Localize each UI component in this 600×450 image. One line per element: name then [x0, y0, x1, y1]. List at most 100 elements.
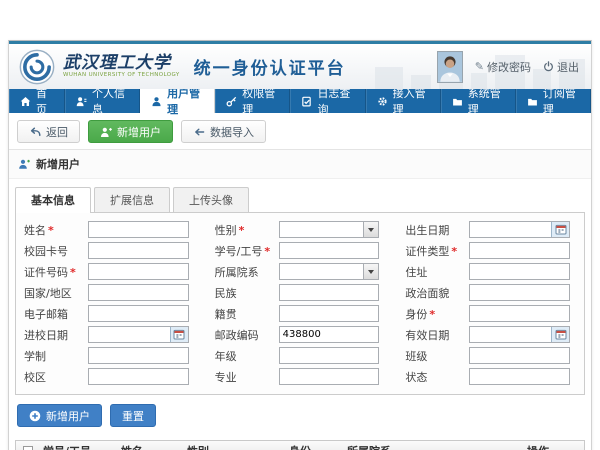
- gear-icon: [377, 96, 388, 107]
- nav-label: 用户管理: [167, 85, 203, 117]
- select-all-cell: [16, 446, 40, 450]
- nav-item-subscription-management[interactable]: 订阅管理: [516, 89, 591, 113]
- birth-date-input[interactable]: [470, 222, 551, 237]
- entry-date-label: 进校日期: [24, 327, 88, 343]
- user-avatar[interactable]: [437, 51, 463, 83]
- col-student-id: 学号/工号: [40, 443, 118, 450]
- birth-date-label: 出生日期: [405, 222, 469, 238]
- form-field-grade: 年级: [215, 347, 380, 364]
- user-icon: [151, 96, 162, 107]
- ethnicity-label: 民族: [215, 285, 279, 301]
- tab-extended-info[interactable]: 扩展信息: [94, 187, 170, 212]
- tab-upload-avatar[interactable]: 上传头像: [173, 187, 249, 212]
- basic-info-panel: 姓名* 性别* 出生日期 校园卡号 学号/工号* 证件类型*: [15, 212, 585, 395]
- form-field-department: 所属院系: [215, 263, 380, 280]
- calendar-icon[interactable]: [551, 327, 569, 342]
- form-field-birth-date: 出生日期: [405, 221, 570, 238]
- university-name-en: WUHAN UNIVERSITY OF TECHNOLOGY: [63, 72, 180, 78]
- folder-icon: [452, 96, 463, 107]
- change-password-label: 修改密码: [487, 59, 531, 75]
- col-name: 姓名: [118, 443, 184, 450]
- class-label: 班级: [405, 348, 469, 364]
- nav-item-user-management[interactable]: 用户管理: [140, 89, 215, 113]
- address-label: 住址: [405, 264, 469, 280]
- political-status-label: 政治面貌: [405, 285, 469, 301]
- nav-item-system-management[interactable]: 系统管理: [441, 89, 516, 113]
- new-user-form: 姓名* 性别* 出生日期 校园卡号 学号/工号* 证件类型*: [24, 221, 570, 385]
- student-id-input[interactable]: [280, 243, 379, 258]
- data-import-label: 数据导入: [210, 124, 254, 140]
- required-mark: *: [264, 245, 270, 258]
- postal-code-input[interactable]: [280, 327, 379, 342]
- nav-item-permission-management[interactable]: 权限管理: [215, 89, 290, 113]
- department-select[interactable]: [280, 264, 364, 279]
- political-status-input[interactable]: [470, 285, 569, 300]
- campus-label: 校区: [24, 369, 88, 385]
- identity-label: 身份*: [405, 306, 469, 322]
- form-field-political-status: 政治面貌: [405, 284, 570, 301]
- address-input[interactable]: [470, 264, 569, 279]
- platform-title: 统一身份认证平台: [194, 54, 346, 79]
- ethnicity-input[interactable]: [280, 285, 379, 300]
- education-length-input[interactable]: [89, 348, 188, 363]
- calendar-icon[interactable]: [551, 222, 569, 237]
- data-import-button[interactable]: 数据导入: [181, 120, 266, 143]
- email-input[interactable]: [89, 306, 188, 321]
- logout-link[interactable]: 退出: [543, 59, 579, 75]
- country-region-input[interactable]: [89, 285, 188, 300]
- calendar-icon[interactable]: [170, 327, 188, 342]
- nav-item-personal-info[interactable]: 个人信息: [65, 89, 140, 113]
- gender-select[interactable]: [280, 222, 364, 237]
- back-arrow-icon: [29, 126, 41, 138]
- col-gender: 性别: [184, 443, 286, 450]
- nav-label: 订阅管理: [543, 85, 579, 117]
- table-header-row: 学号/工号 姓名 性别 身份 所属院系 操作: [16, 441, 584, 450]
- department-label: 所属院系: [215, 264, 279, 280]
- entry-date-input[interactable]: [89, 327, 170, 342]
- change-password-link[interactable]: ✎ 修改密码: [475, 59, 531, 75]
- user-table: 学号/工号 姓名 性别 身份 所属院系 操作: [15, 440, 585, 450]
- nav-label: 首页: [36, 85, 53, 117]
- class-input[interactable]: [470, 348, 569, 363]
- major-input[interactable]: [280, 369, 379, 384]
- nav-label: 权限管理: [242, 85, 278, 117]
- id-number-label: 证件号码*: [24, 264, 88, 280]
- select-all-checkbox[interactable]: [23, 446, 33, 450]
- valid-date-input[interactable]: [470, 327, 551, 342]
- nav-item-home[interactable]: 首页: [9, 89, 65, 113]
- status-label: 状态: [405, 369, 469, 385]
- nav-item-access-management[interactable]: 接入管理: [366, 89, 441, 113]
- form-actions: 新增用户 重置: [9, 395, 591, 431]
- chevron-down-icon[interactable]: [363, 264, 378, 279]
- back-button[interactable]: 返回: [17, 120, 80, 143]
- person-info-icon: [76, 96, 87, 107]
- form-field-ethnicity: 民族: [215, 284, 380, 301]
- form-field-class: 班级: [405, 347, 570, 364]
- add-user-toolbar-button[interactable]: 新增用户: [88, 120, 173, 143]
- campus-input[interactable]: [89, 369, 188, 384]
- name-input[interactable]: [89, 222, 188, 237]
- form-field-campus: 校区: [24, 368, 189, 385]
- identity-input[interactable]: [470, 306, 569, 321]
- chevron-down-icon[interactable]: [363, 222, 378, 237]
- required-mark: *: [48, 224, 54, 237]
- required-mark: *: [70, 266, 76, 279]
- nav-item-log-query[interactable]: 日志查询: [290, 89, 365, 113]
- grade-input[interactable]: [280, 348, 379, 363]
- form-field-email: 电子邮箱: [24, 305, 189, 322]
- submit-add-user-button[interactable]: 新增用户: [17, 404, 102, 427]
- form-field-native-place: 籍贯: [215, 305, 380, 322]
- reset-button[interactable]: 重置: [110, 404, 156, 427]
- university-name-block: 武汉理工大学 WUHAN UNIVERSITY OF TECHNOLOGY: [63, 55, 180, 78]
- tab-basic-info[interactable]: 基本信息: [15, 187, 91, 213]
- status-input[interactable]: [470, 369, 569, 384]
- auth-platform-window: 武汉理工大学 WUHAN UNIVERSITY OF TECHNOLOGY 统一…: [8, 40, 592, 450]
- nav-label: 系统管理: [468, 85, 504, 117]
- native-place-input[interactable]: [280, 306, 379, 321]
- id-type-input[interactable]: [470, 243, 569, 258]
- home-icon: [20, 96, 31, 107]
- key-icon: [226, 96, 237, 107]
- id-number-input[interactable]: [89, 264, 188, 279]
- folder-icon: [527, 96, 538, 107]
- campus-card-input[interactable]: [89, 243, 188, 258]
